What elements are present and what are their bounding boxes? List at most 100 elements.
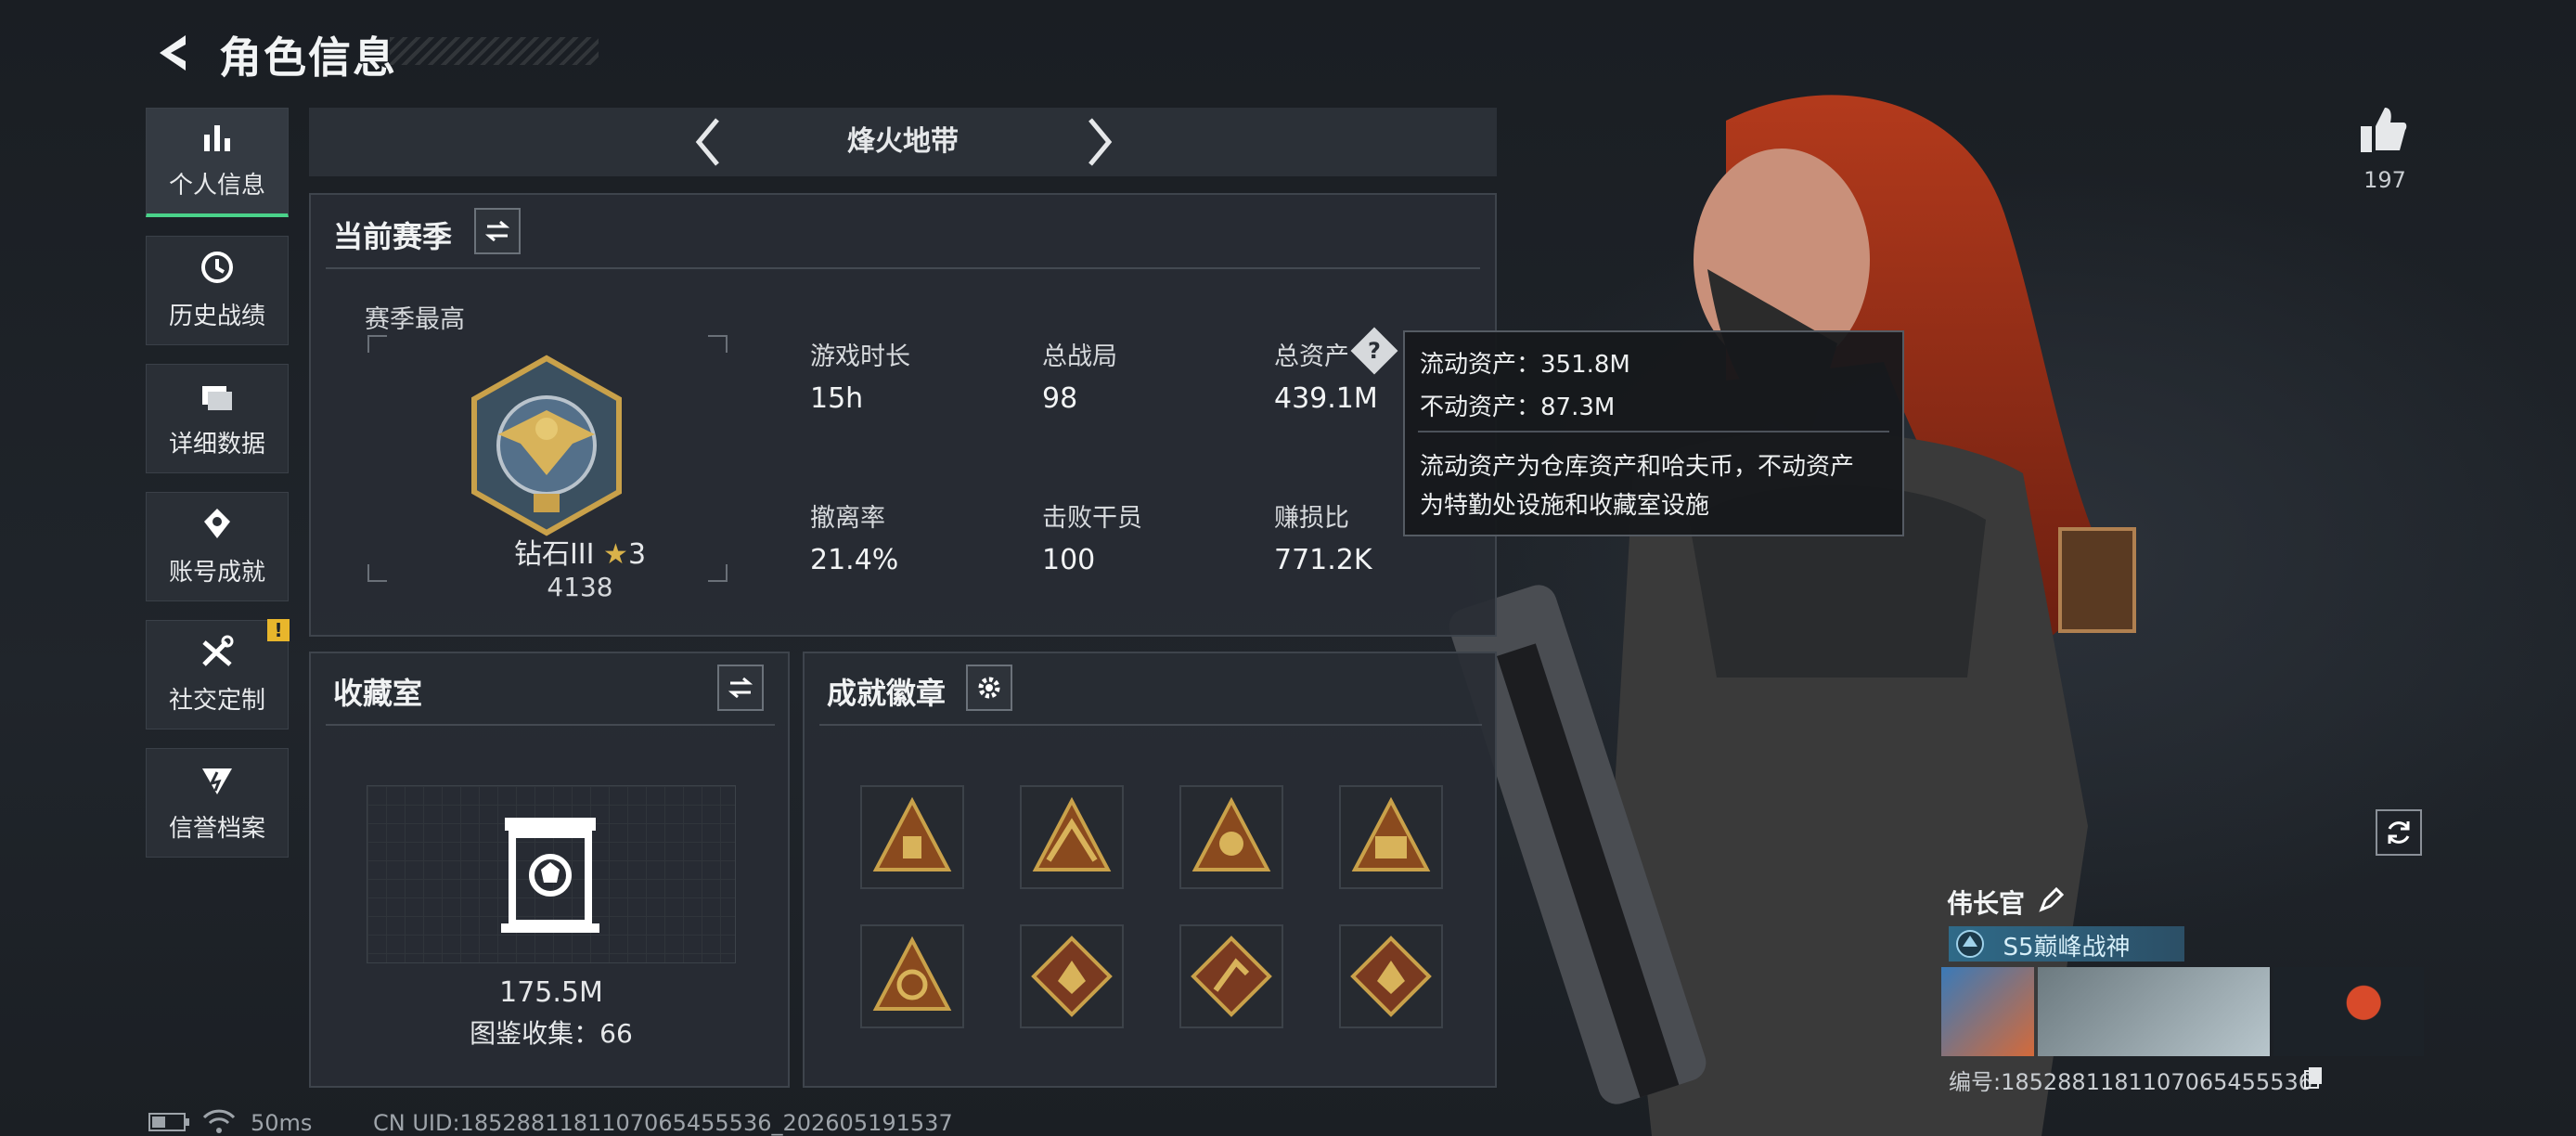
tooltip-desc: 流动资产为仓库资产和哈夫币，不动资产 bbox=[1420, 453, 1855, 481]
achievement-badge[interactable] bbox=[1339, 785, 1443, 889]
stat-value: 15h bbox=[810, 382, 864, 415]
bar-chart-icon bbox=[197, 116, 238, 157]
player-id: 编号:1852881181107065455536 bbox=[1949, 1069, 2313, 1095]
wifi-icon bbox=[202, 1109, 236, 1133]
divider bbox=[1418, 431, 1889, 432]
stat-value: 100 bbox=[1042, 544, 1096, 576]
chevron-right-icon[interactable] bbox=[1081, 114, 1118, 170]
badge-5-icon bbox=[872, 936, 952, 1011]
stat-value: 98 bbox=[1042, 382, 1078, 415]
tooltip-desc: 为特勤处设施和收藏室设施 bbox=[1420, 492, 1710, 520]
stat-label: 总资产 bbox=[1274, 342, 1349, 371]
warning-badge: ! bbox=[267, 619, 290, 641]
achievement-icon bbox=[197, 503, 238, 544]
mode-selector: 烽火地带 bbox=[309, 108, 1497, 176]
banner-character bbox=[2273, 967, 2424, 1056]
mode-name: 烽火地带 bbox=[847, 125, 959, 158]
achievement-badge[interactable] bbox=[1020, 785, 1124, 889]
badge-4-icon bbox=[1351, 796, 1431, 871]
nav-label: 详细数据 bbox=[168, 431, 265, 458]
rank-points: 4138 bbox=[547, 572, 613, 602]
history-icon bbox=[197, 247, 238, 288]
achievement-badge[interactable] bbox=[1179, 924, 1283, 1028]
rank-emblem-icon bbox=[471, 355, 622, 536]
season-best-label: 赛季最高 bbox=[365, 305, 465, 334]
assets-tooltip: 流动资产：351.8M 不动资产：87.3M 流动资产为仓库资产和哈夫币，不动资… bbox=[1403, 330, 1904, 536]
divider bbox=[326, 267, 1480, 269]
season-title: 当前赛季 bbox=[333, 219, 453, 254]
nav-personal-info[interactable]: 个人信息 bbox=[146, 108, 289, 217]
tooltip-line: 流动资产：351.8M bbox=[1420, 351, 1630, 379]
gear-icon bbox=[978, 677, 1000, 699]
player-banner[interactable] bbox=[1941, 967, 2424, 1056]
nav-label: 个人信息 bbox=[168, 172, 265, 200]
rank-stars: 3 bbox=[627, 538, 647, 571]
achievement-settings-button[interactable] bbox=[966, 665, 1012, 711]
swap-season-button[interactable] bbox=[474, 208, 521, 254]
achievement-title: 成就徽章 bbox=[827, 676, 947, 711]
vault-icon bbox=[501, 818, 599, 933]
achievement-badge[interactable] bbox=[1179, 785, 1283, 889]
nav-label: 历史战绩 bbox=[168, 303, 265, 330]
nav-label: 信誉档案 bbox=[168, 815, 265, 843]
nav-reputation[interactable]: 信誉档案 bbox=[146, 748, 289, 858]
refresh-icon bbox=[2388, 821, 2410, 844]
nav-detail-data[interactable]: 详细数据 bbox=[146, 364, 289, 473]
nav-history[interactable]: 历史战绩 bbox=[146, 236, 289, 345]
tools-icon bbox=[197, 631, 238, 672]
title-decoration bbox=[390, 37, 599, 65]
player-title: S5巅峰战神 bbox=[2003, 934, 2131, 962]
swap-icon bbox=[728, 677, 753, 699]
player-name: 伟长官 bbox=[1947, 888, 2026, 919]
nav-social-custom[interactable]: 社交定制 ! bbox=[146, 619, 290, 729]
divider bbox=[819, 724, 1482, 726]
nav-achievements[interactable]: 账号成就 bbox=[146, 492, 289, 601]
stat-value: 439.1M bbox=[1274, 382, 1378, 415]
achievement-panel: 成就徽章 bbox=[803, 652, 1497, 1088]
stat-label: 总战局 bbox=[1042, 342, 1117, 371]
copy-icon[interactable] bbox=[2303, 1065, 2324, 1090]
nav-label: 社交定制 bbox=[168, 687, 265, 715]
help-icon[interactable]: ? bbox=[1350, 327, 1398, 375]
swap-collection-button[interactable] bbox=[717, 665, 764, 711]
stat-value: 21.4% bbox=[810, 544, 899, 576]
achievement-badge[interactable] bbox=[1020, 924, 1124, 1028]
chevron-left-icon[interactable] bbox=[689, 114, 727, 170]
achievement-badge[interactable] bbox=[1339, 924, 1443, 1028]
refresh-button[interactable] bbox=[2376, 809, 2422, 856]
collection-preview[interactable] bbox=[367, 785, 736, 963]
collection-title: 收藏室 bbox=[333, 676, 423, 711]
divider bbox=[326, 724, 775, 726]
banner-scene bbox=[2038, 967, 2270, 1056]
achievement-badge[interactable] bbox=[860, 785, 964, 889]
collection-panel: 收藏室 175.5M 图鉴收集：66 bbox=[309, 652, 790, 1088]
badge-6-icon bbox=[1031, 936, 1113, 1017]
badge-2-icon bbox=[1032, 796, 1112, 871]
tooltip-line: 不动资产：87.3M bbox=[1420, 394, 1616, 421]
folder-icon bbox=[197, 375, 238, 416]
stat-value: 771.2K bbox=[1274, 544, 1372, 576]
player-title-bar: S5巅峰战神 bbox=[1949, 926, 2184, 962]
ping: 50ms bbox=[251, 1110, 313, 1136]
season-panel: 当前赛季 赛季最高 钻石III ★3 4138 游戏时长 15h 总战局 98 … bbox=[309, 193, 1497, 637]
uid-text: CN UID:1852881181107065455536_2026051915… bbox=[373, 1110, 953, 1136]
like-icon[interactable] bbox=[2357, 104, 2409, 156]
shield-icon bbox=[197, 759, 238, 800]
collection-value: 175.5M bbox=[499, 976, 603, 1009]
banner-avatar bbox=[1941, 967, 2034, 1056]
achievement-badge[interactable] bbox=[860, 924, 964, 1028]
rank-name-row: 钻石III ★3 bbox=[478, 531, 682, 572]
page-title: 角色信息 bbox=[219, 32, 397, 83]
battery-icon bbox=[148, 1113, 189, 1131]
like-count: 197 bbox=[2363, 167, 2406, 193]
badge-1-icon bbox=[872, 796, 952, 871]
swap-icon bbox=[484, 220, 510, 242]
collection-count: 图鉴收集：66 bbox=[470, 1018, 633, 1049]
star-icon: ★ bbox=[603, 538, 628, 571]
stat-label: 赚损比 bbox=[1274, 504, 1349, 533]
stat-label: 撤离率 bbox=[810, 504, 885, 533]
stat-label: 击败干员 bbox=[1042, 504, 1142, 533]
back-icon[interactable] bbox=[148, 30, 195, 76]
edit-icon[interactable] bbox=[2038, 887, 2064, 913]
rank-name: 钻石III bbox=[513, 538, 595, 571]
